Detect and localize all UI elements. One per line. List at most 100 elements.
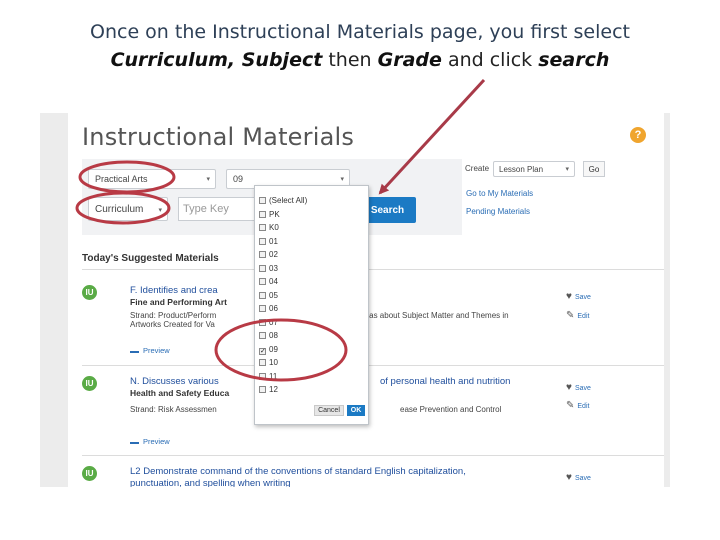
caption-line-2: Curriculum, Subject then Grade and click…	[0, 46, 720, 74]
caption-curriculum-subject: Curriculum, Subject	[110, 49, 323, 71]
list-item: IU F. Identifies and crea Fine and Perfo…	[82, 285, 664, 375]
grade-option-select-all[interactable]: (Select All)	[259, 196, 307, 206]
chevron-down-icon: ▾	[340, 176, 344, 183]
chevron-down-icon: ▾	[565, 166, 569, 173]
option-label: 01	[269, 236, 278, 246]
create-type-value: Lesson Plan	[499, 165, 544, 174]
heart-icon: ♥	[566, 382, 572, 393]
option-label: 08	[269, 331, 278, 340]
divider	[82, 365, 664, 366]
keyword-placeholder: Type Key	[183, 203, 229, 215]
edit-button[interactable]: ✎ Edit	[566, 310, 589, 321]
option-label: 02	[269, 250, 278, 259]
checkbox[interactable]	[259, 224, 266, 231]
option-label: 12	[269, 385, 278, 394]
curriculum-select-value: Curriculum	[95, 204, 144, 215]
save-label: Save	[574, 475, 591, 482]
material-subject: Health and Safety Educa	[130, 388, 230, 398]
grade-option[interactable]: K0	[259, 223, 279, 233]
grade-option-selected[interactable]: ✓ 09	[259, 345, 278, 355]
save-button[interactable]: ♥ Save	[566, 382, 591, 393]
help-icon[interactable]: ?	[630, 127, 646, 143]
material-title-line2[interactable]: punctuation, and spelling when writing	[130, 478, 291, 487]
option-label: PK	[269, 209, 280, 219]
pending-materials-link[interactable]: Pending Materials	[466, 207, 530, 216]
material-title[interactable]: F. Identifies and crea	[130, 285, 218, 296]
grade-option[interactable]: 12	[259, 385, 278, 395]
preview-link[interactable]: Preview	[130, 437, 170, 446]
option-label: 09	[269, 344, 278, 354]
save-label: Save	[574, 294, 591, 301]
caption-then: then	[322, 49, 378, 71]
checkbox[interactable]	[259, 278, 266, 285]
grade-option[interactable]: 04	[259, 277, 278, 287]
grade-select-value: 09	[233, 174, 244, 184]
caption-grade: Grade	[377, 49, 442, 71]
option-label: (Select All)	[269, 196, 308, 205]
checkbox[interactable]	[259, 264, 266, 272]
checkbox-checked[interactable]: ✓	[259, 347, 266, 355]
edit-button[interactable]: ✎ Edit	[566, 400, 589, 411]
go-button[interactable]: Go	[583, 161, 605, 177]
option-label: 06	[269, 304, 278, 313]
checkbox[interactable]	[259, 291, 266, 299]
option-label: 05	[269, 290, 278, 300]
edit-label: Edit	[577, 403, 590, 410]
save-button[interactable]: ♥ Save	[566, 291, 591, 302]
save-button[interactable]: ♥ Save	[566, 472, 591, 483]
grade-option[interactable]: 07	[259, 318, 278, 328]
checkbox[interactable]	[259, 359, 266, 366]
grade-option[interactable]: 01	[259, 237, 278, 247]
create-type-select[interactable]: Lesson Plan ▾	[493, 161, 575, 177]
checkbox[interactable]	[259, 318, 266, 326]
slide-caption: Once on the Instructional Materials page…	[0, 18, 720, 74]
subject-select[interactable]: Practical Arts ▾	[88, 169, 216, 189]
heart-icon: ♥	[566, 472, 572, 483]
material-strand-cont: Ideas about Subject Matter and Themes in	[358, 311, 509, 320]
curriculum-select[interactable]: Curriculum ▾	[88, 197, 168, 221]
material-title-cont[interactable]: of personal health and nutrition	[380, 376, 510, 387]
option-label: K0	[269, 223, 279, 232]
chevron-down-icon: ▾	[158, 207, 162, 214]
grade-option[interactable]: 11	[259, 372, 277, 382]
app-screenshot: Instructional Materials ? Practical Arts…	[40, 113, 670, 487]
preview-icon	[130, 438, 139, 444]
grade-option[interactable]: 05	[259, 291, 278, 301]
option-label: 03	[269, 263, 278, 273]
material-strand-cont: ease Prevention and Control	[400, 405, 502, 414]
checkbox[interactable]	[259, 251, 266, 258]
material-title[interactable]: L2 Demonstrate command of the convention…	[130, 466, 466, 477]
status-badge: IU	[82, 285, 97, 300]
preview-link[interactable]: Preview	[130, 346, 170, 355]
option-label: 11	[269, 371, 278, 381]
dropdown-cancel-button[interactable]: Cancel	[314, 405, 344, 416]
material-strand-line2: Artworks Created for Va	[130, 320, 215, 329]
option-label: 07	[269, 317, 278, 327]
grade-option[interactable]: 03	[259, 264, 278, 274]
edit-icon: ✎	[566, 310, 575, 321]
checkbox[interactable]	[259, 210, 266, 218]
dropdown-ok-button[interactable]: OK	[347, 405, 365, 416]
checkbox[interactable]	[259, 332, 266, 339]
my-materials-link[interactable]: Go to My Materials	[466, 189, 533, 198]
preview-label: Preview	[143, 437, 170, 446]
chevron-down-icon: ▾	[206, 176, 210, 183]
grade-option[interactable]: PK	[259, 210, 280, 220]
material-title[interactable]: N. Discusses various	[130, 376, 219, 387]
grade-option[interactable]: 10	[259, 358, 278, 368]
grade-option[interactable]: 02	[259, 250, 278, 260]
material-strand: Strand: Risk Assessmen	[130, 405, 217, 414]
checkbox[interactable]	[259, 197, 266, 204]
checkbox[interactable]	[259, 305, 266, 312]
grade-option[interactable]: 08	[259, 331, 278, 341]
preview-icon	[130, 347, 139, 353]
grade-option[interactable]: 06	[259, 304, 278, 314]
list-item: IU N. Discusses various of personal heal…	[82, 376, 664, 466]
list-item: IU L2 Demonstrate command of the convent…	[82, 466, 664, 487]
save-label: Save	[574, 385, 591, 392]
checkbox[interactable]	[259, 386, 266, 393]
create-label: Create	[465, 164, 490, 173]
caption-line-1: Once on the Instructional Materials page…	[90, 21, 630, 43]
checkbox[interactable]	[259, 237, 266, 245]
checkbox[interactable]	[259, 372, 266, 380]
